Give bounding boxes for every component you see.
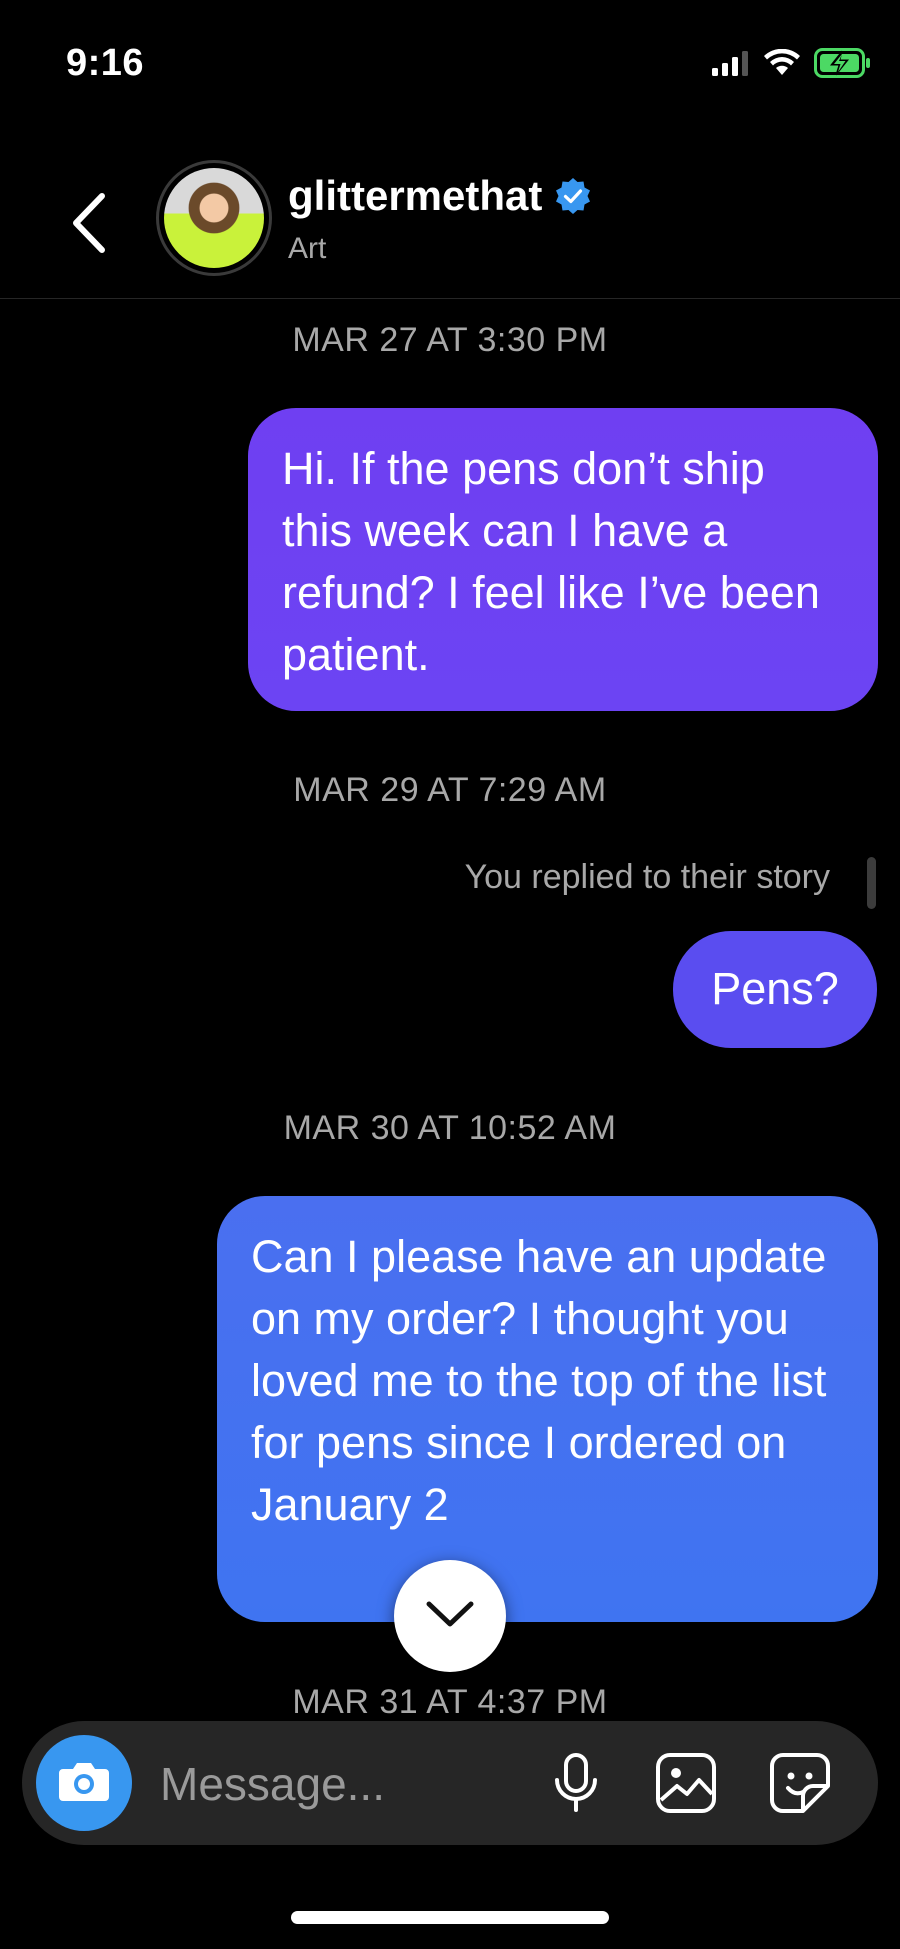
message-timestamp: MAR 30 AT 10:52 AM [283,1109,617,1147]
sticker-icon [769,1752,831,1819]
contact-name: glittermethat [288,172,543,219]
story-reply-note: You replied to their story [464,858,830,896]
contact-subtitle: Art [288,232,327,265]
story-reply-indicator [867,857,876,909]
back-chevron-icon [68,192,108,259]
status-bar: 9:16 [0,0,900,130]
message-timestamp: MAR 29 AT 7:29 AM [293,771,607,809]
microphone-icon [551,1752,601,1819]
message-timestamp: MAR 27 AT 3:30 PM [292,321,608,359]
contact-name-row[interactable]: glittermethat [288,172,592,220]
verified-badge-icon [554,177,592,215]
gallery-icon [655,1752,717,1819]
message-bubble-outgoing[interactable]: Hi. If the pens don’t ship this week can… [248,408,878,711]
message-timestamp: MAR 31 AT 4:37 PM [292,1683,608,1721]
wifi-icon [764,48,800,82]
camera-button[interactable] [36,1735,132,1831]
chevron-down-icon [425,1599,475,1634]
sticker-button[interactable] [768,1752,832,1819]
cellular-signal-icon [712,50,750,81]
status-time: 9:16 [66,42,145,84]
gallery-button[interactable] [654,1752,718,1819]
battery-charging-icon [814,48,872,83]
status-icons [712,48,872,83]
message-bubble-outgoing[interactable]: Can I please have an update on my order?… [217,1196,878,1622]
avatar-image [164,168,264,268]
message-input[interactable] [158,1751,542,1817]
scroll-to-bottom-button[interactable] [394,1560,506,1672]
home-indicator[interactable] [291,1911,609,1924]
avatar[interactable] [156,160,272,276]
message-bubble-outgoing[interactable]: Pens? [673,931,877,1048]
microphone-button[interactable] [544,1752,608,1819]
chat-header: glittermethat Art [0,150,900,299]
back-button[interactable] [60,190,116,260]
camera-icon [57,1759,111,1808]
message-composer [22,1721,878,1845]
